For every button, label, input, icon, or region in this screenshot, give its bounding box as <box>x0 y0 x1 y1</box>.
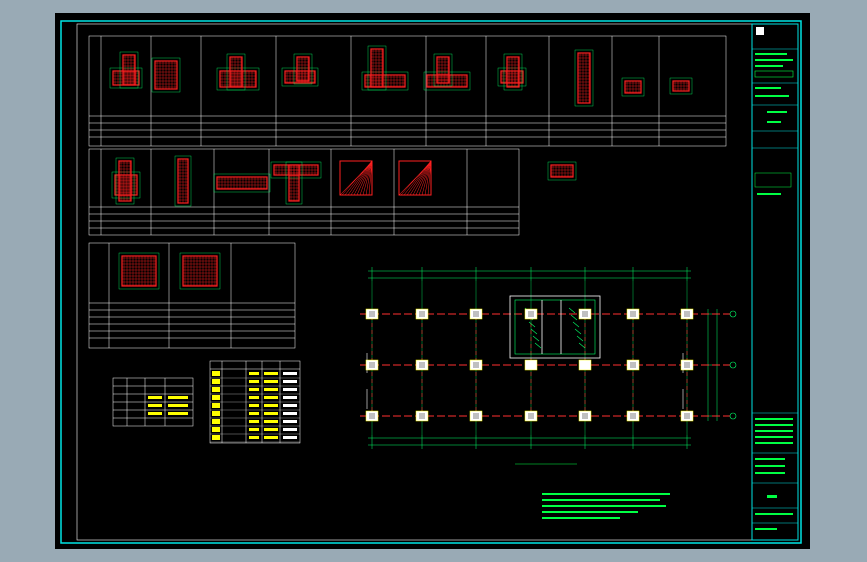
plan-column <box>365 308 379 320</box>
plan-column <box>578 308 592 320</box>
rebar-section-15 <box>621 77 645 97</box>
schedule-mark <box>212 419 220 424</box>
rebar-section-7 <box>293 53 313 85</box>
plan-column <box>469 410 483 422</box>
schedule-value <box>249 380 259 383</box>
plan-column <box>578 410 592 422</box>
plan-column <box>626 410 640 422</box>
schedule-value <box>283 436 297 439</box>
schedule-value <box>264 436 278 439</box>
stair-core <box>509 295 601 359</box>
rebar-section-13 <box>503 53 523 91</box>
schedule-value <box>283 380 297 383</box>
column-sections <box>109 45 693 290</box>
schedule-value <box>283 412 297 415</box>
rebar-section-11 <box>433 53 453 87</box>
schedule-mark <box>212 427 220 432</box>
rebar-section-row2-3 <box>174 155 192 207</box>
column-detail-table-3 <box>88 242 296 349</box>
schedule-value <box>264 396 278 399</box>
notes <box>542 493 670 519</box>
plan-column <box>524 359 538 371</box>
plan-column <box>680 410 694 422</box>
schedule-value <box>264 404 278 407</box>
schedule-value <box>264 380 278 383</box>
axis-bubble <box>729 361 737 369</box>
schedule-value <box>264 388 278 391</box>
schedule-value <box>283 372 297 375</box>
schedule-mark <box>212 379 220 384</box>
rebar-section-14 <box>574 49 594 107</box>
schedule-value <box>249 388 259 391</box>
schedule-value <box>249 372 259 375</box>
plan-column <box>578 359 592 371</box>
schedule-mark <box>212 387 220 392</box>
schedule-value <box>249 436 259 439</box>
schedule-value <box>283 388 297 391</box>
rebar-section-row2-7 <box>547 161 577 181</box>
schedule-value <box>249 428 259 431</box>
schedule-cells <box>210 371 300 443</box>
plan-column <box>524 308 538 320</box>
rebar-section-16 <box>669 77 693 95</box>
plan-column <box>415 410 429 422</box>
plan-column <box>469 308 483 320</box>
outer-frame <box>60 20 802 544</box>
rebar-section-row2-4 <box>213 173 271 193</box>
title-block <box>751 23 799 541</box>
plan-column <box>469 359 483 371</box>
plan-column <box>415 308 429 320</box>
drawing-sheet <box>55 13 810 549</box>
schedule-value <box>249 396 259 399</box>
schedule-mark <box>212 403 220 408</box>
plan-column <box>415 359 429 371</box>
plan-column <box>626 359 640 371</box>
plan-column <box>626 308 640 320</box>
cad-drawing <box>60 20 802 544</box>
rebar-section-row2-6 <box>285 161 303 205</box>
schedule-value <box>283 396 297 399</box>
plan-column <box>680 308 694 320</box>
rebar-section-row3-1 <box>118 252 160 290</box>
schedule-value <box>264 372 278 375</box>
structural-plan <box>360 267 737 449</box>
schedule-value <box>249 404 259 407</box>
rebar-section-10 <box>423 71 471 91</box>
schedule-mark <box>212 395 220 400</box>
schedule-value <box>264 412 278 415</box>
legend-table <box>112 377 194 427</box>
schedule-value <box>283 404 297 407</box>
axis-bubble <box>729 412 737 420</box>
schedule-mark <box>212 371 220 376</box>
hatched-section-1 <box>339 160 373 196</box>
axis-bubble <box>729 310 737 318</box>
rebar-section-8 <box>361 71 409 91</box>
plan-column <box>365 410 379 422</box>
rebar-section-3 <box>151 57 181 93</box>
schedule-value <box>249 420 259 423</box>
rebar-section-row3-2 <box>179 252 221 290</box>
column-detail-table-1 <box>88 35 727 147</box>
rebar-section-2 <box>119 51 139 89</box>
plan-column <box>524 410 538 422</box>
rebar-section-5 <box>226 53 246 91</box>
schedule-value <box>283 420 297 423</box>
rebar-section-9 <box>367 45 387 91</box>
schedule-value <box>264 428 278 431</box>
hatched-section-2 <box>398 160 432 196</box>
schedule-value <box>283 428 297 431</box>
schedule-mark <box>212 411 220 416</box>
schedule-value <box>264 420 278 423</box>
schedule-mark <box>212 435 220 440</box>
plan-column <box>365 359 379 371</box>
rebar-section-row2-2 <box>115 157 135 205</box>
schedule-value <box>249 412 259 415</box>
